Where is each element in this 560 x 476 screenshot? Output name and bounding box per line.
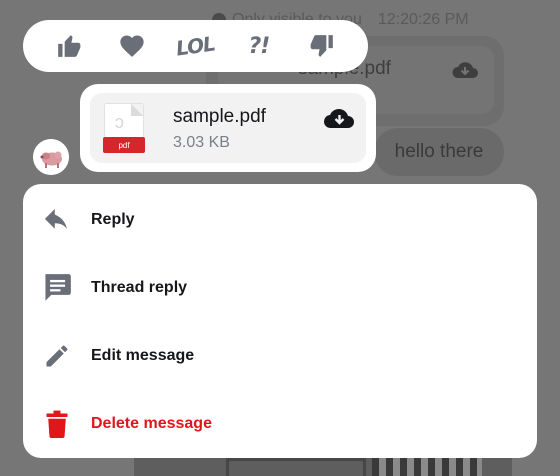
reaction-picker: LOL ?! [23,20,368,72]
attachment-file-name: sample.pdf [173,106,266,127]
pdf-file-icon: ↄ pdf [103,104,145,154]
background-text-message: hello there [374,128,504,176]
lol-icon[interactable]: LOL [175,29,217,63]
edit-message-action[interactable]: Edit message [23,322,537,390]
surprised-glyph: ?! [248,33,270,59]
pdf-badge: pdf [103,137,145,153]
reply-action[interactable]: Reply [23,186,537,254]
background-download-icon [450,60,480,85]
cloud-download-icon[interactable] [322,106,356,132]
surprised-icon[interactable]: ?! [242,29,276,63]
reply-icon [41,204,73,236]
heart-icon[interactable] [115,29,149,63]
thread-reply-action[interactable]: Thread reply [23,254,537,322]
message-timestamp: 12:20:26 PM [377,11,469,28]
thumbs-up-icon[interactable] [52,29,86,63]
thread-icon [41,272,73,304]
attachment-file-size: 3.03 KB [173,134,230,151]
message-actions-menu: Reply Thread reply Edit message Delete m… [23,184,537,458]
lol-glyph: LOL [174,31,217,61]
thumbs-down-icon[interactable] [305,29,339,63]
delete-message-label: Delete message [91,415,212,432]
thread-reply-label: Thread reply [91,279,188,296]
edit-message-label: Edit message [91,347,195,364]
reply-label: Reply [91,211,135,228]
avatar[interactable] [33,139,69,175]
trash-icon [41,408,73,440]
pencil-icon [41,340,73,372]
delete-message-action[interactable]: Delete message [23,390,537,458]
